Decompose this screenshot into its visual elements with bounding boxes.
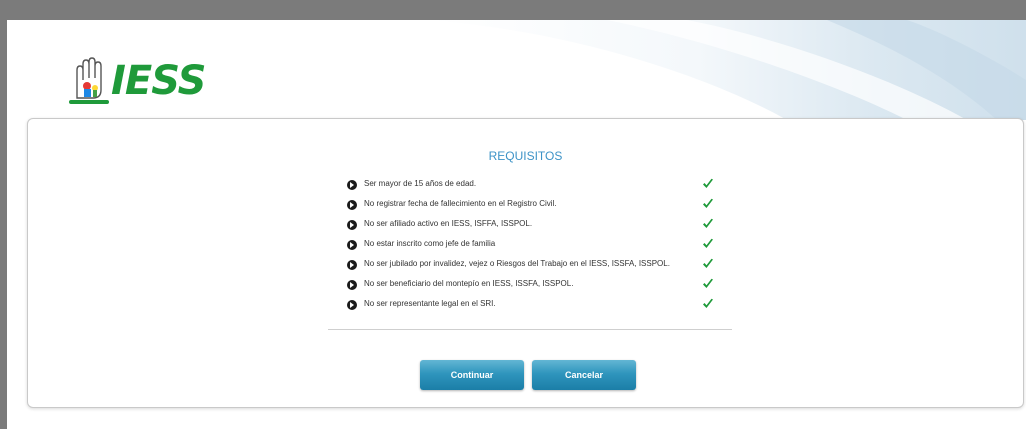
check-icon [703,238,713,248]
continue-button[interactable]: Continuar [420,360,524,390]
requirement-item: No estar inscrito como jefe de familia [347,238,727,258]
requirement-item: Ser mayor de 15 años de edad. [347,178,727,198]
requirement-text: Ser mayor de 15 años de edad. [364,179,477,188]
check-icon [703,198,713,208]
arrow-bullet-icon [347,180,357,190]
arrow-bullet-icon [347,300,357,310]
requirement-text: No registrar fecha de fallecimiento en e… [364,199,557,208]
requirement-text: No ser representante legal en el SRI. [364,299,496,308]
requirement-item: No ser afiliado activo en IESS, ISFFA, I… [347,218,727,238]
arrow-bullet-icon [347,260,357,270]
requirement-text: No ser afiliado activo en IESS, ISFFA, I… [364,219,533,228]
requirement-item: No registrar fecha de fallecimiento en e… [347,198,727,218]
check-icon [703,278,713,288]
check-icon [703,298,713,308]
hand-logo-icon [69,57,109,104]
requirements-list: Ser mayor de 15 años de edad. No registra… [347,178,727,318]
arrow-bullet-icon [347,200,357,210]
requirement-text: No estar inscrito como jefe de familia [364,239,496,248]
window-top-border [0,0,1026,20]
logo-wordmark: IESS [111,58,206,104]
divider [328,329,732,330]
requirement-item: No ser beneficiario del montepío en IESS… [347,278,727,298]
window-left-border [0,0,7,429]
check-icon [703,258,713,268]
cancel-button[interactable]: Cancelar [532,360,636,390]
requirements-panel: REQUISITOS Ser mayor de 15 años de edad.… [27,118,1024,408]
page-header: IESS [7,20,1026,120]
requirement-text: No ser beneficiario del montepío en IESS… [364,279,574,288]
requirements-title: REQUISITOS [488,149,563,163]
arrow-bullet-icon [347,280,357,290]
requirement-text: No ser jubilado por invalidez, vejez o R… [364,259,670,268]
requirement-item: No ser representante legal en el SRI. [347,298,727,318]
arrow-bullet-icon [347,220,357,230]
requirement-item: No ser jubilado por invalidez, vejez o R… [347,258,727,278]
check-icon [703,218,713,228]
check-icon [703,178,713,188]
arrow-bullet-icon [347,240,357,250]
